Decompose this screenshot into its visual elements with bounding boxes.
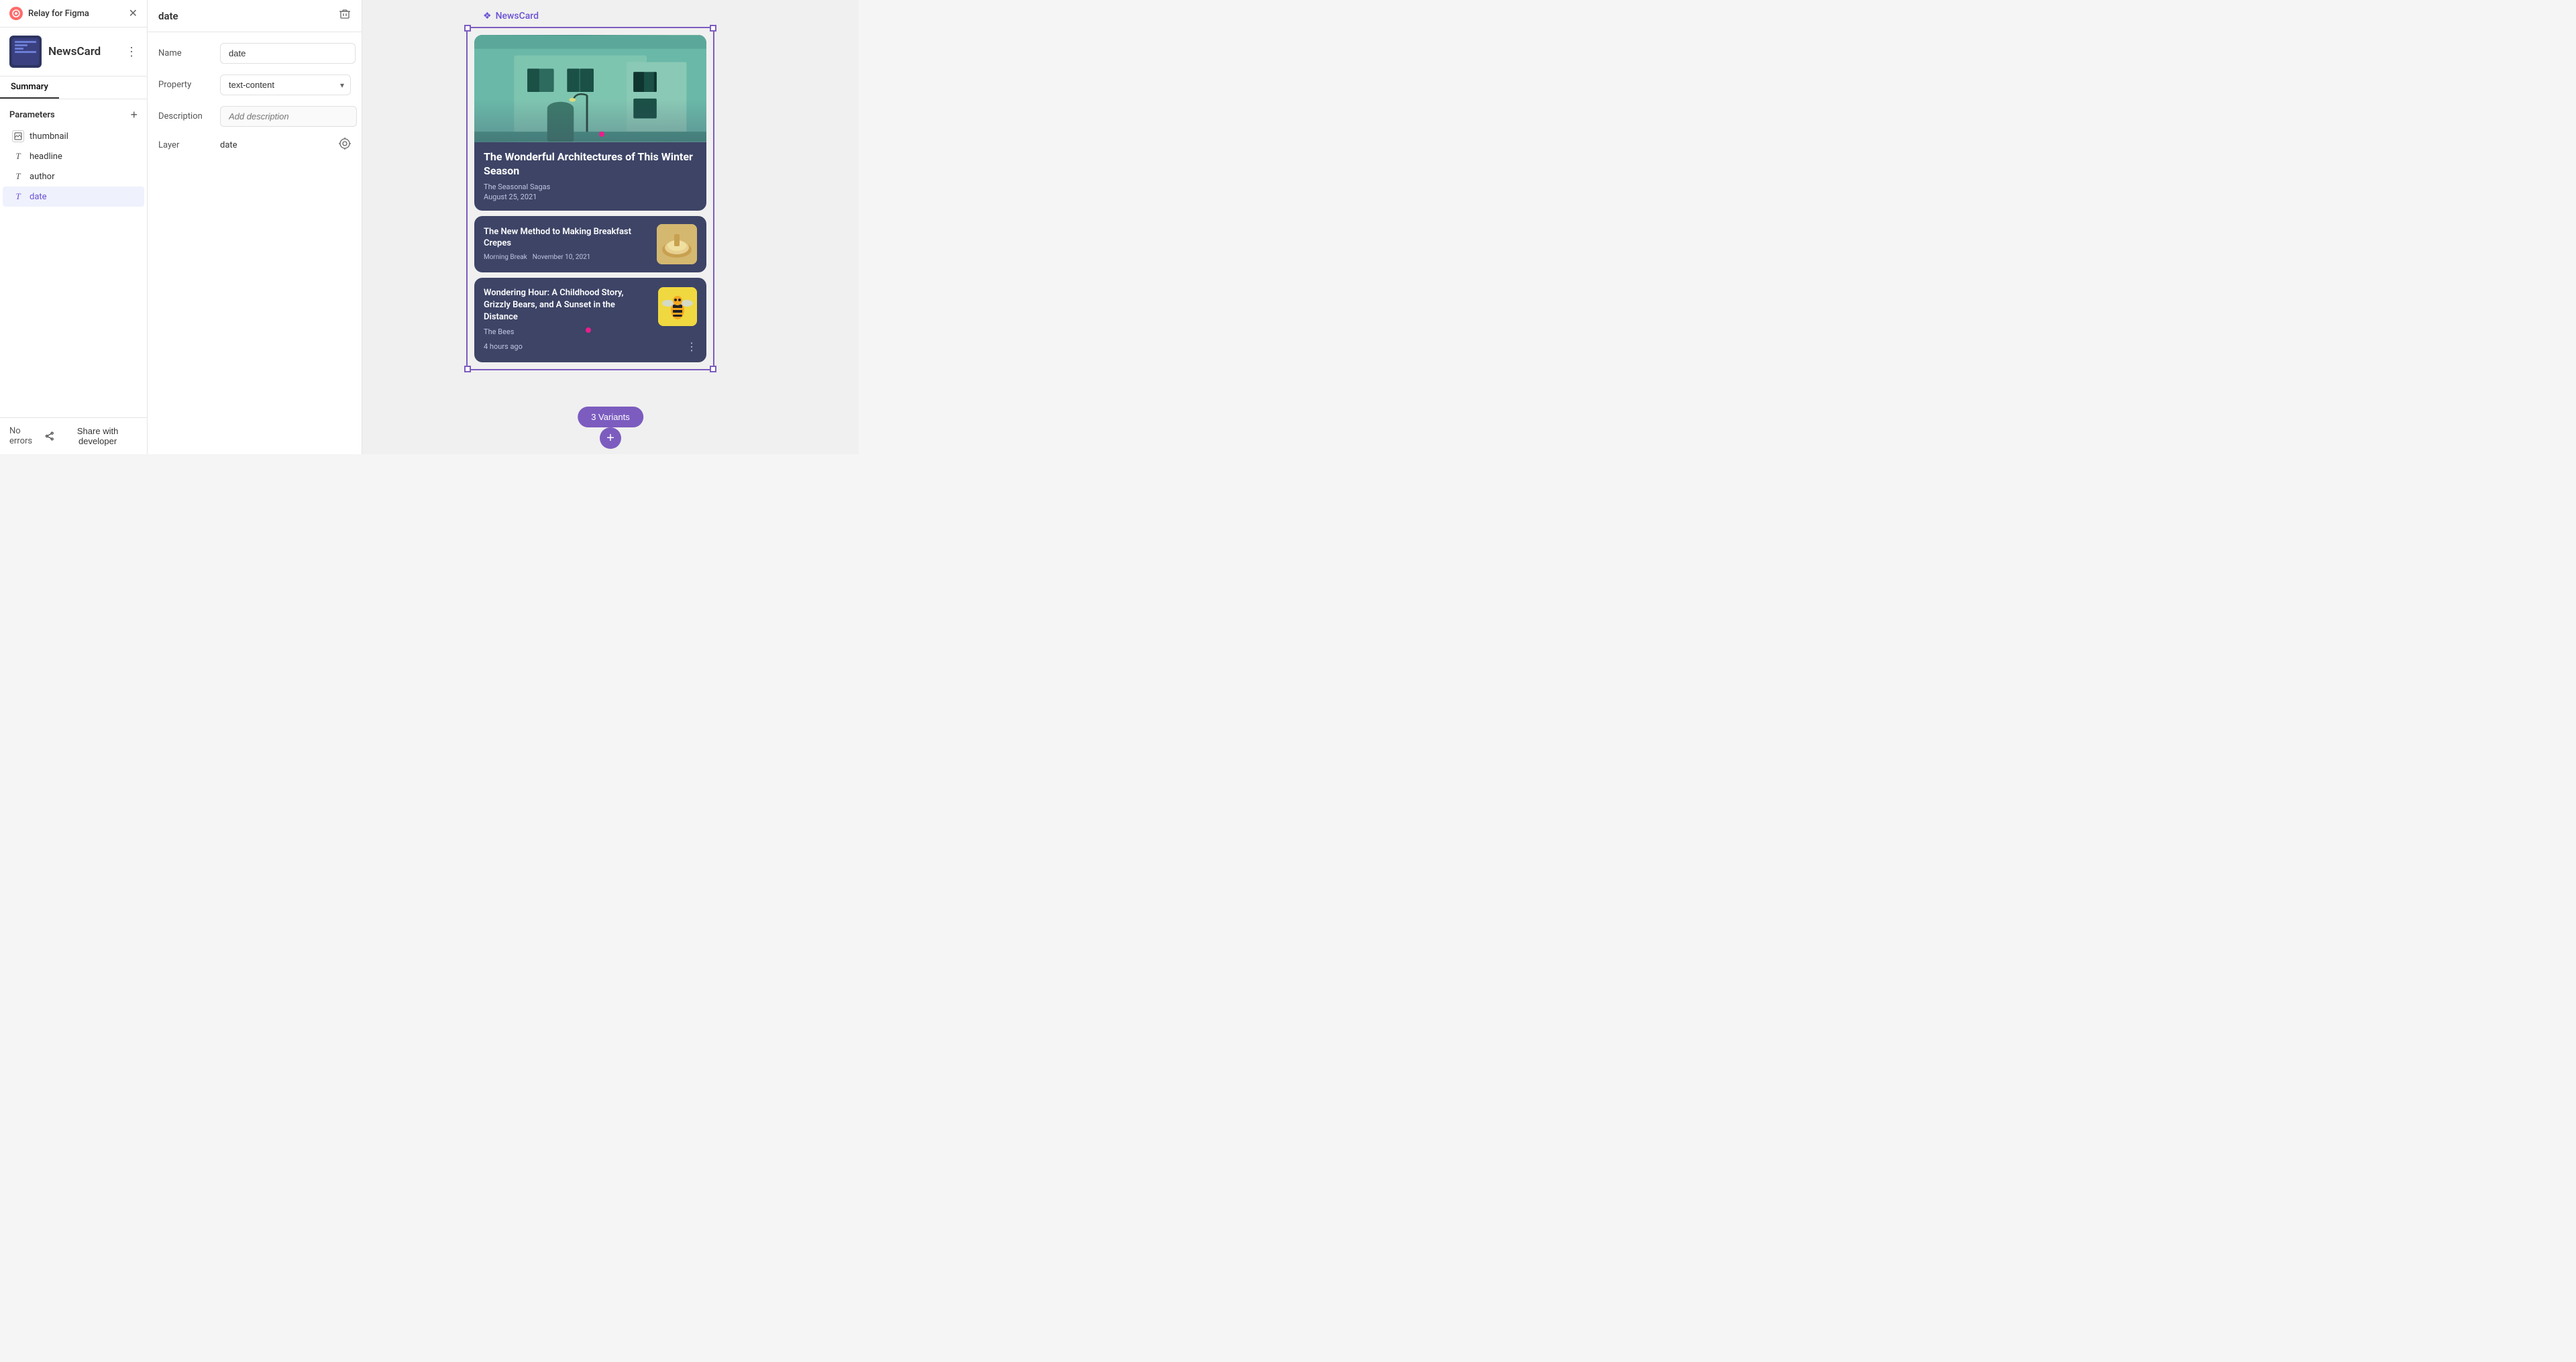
featured-article-date: August 25, 2021	[484, 193, 697, 201]
component-name-label: NewsCard	[48, 45, 119, 58]
article-2-meta: Morning Break November 10, 2021	[484, 254, 650, 261]
tab-summary[interactable]: Summary	[0, 76, 59, 99]
variants-button[interactable]: 3 Variants	[578, 407, 643, 427]
property-field-row: Property text-content ▾	[158, 74, 351, 95]
component-thumbnail	[9, 36, 42, 68]
param-label-author: author	[30, 172, 54, 182]
property-field-label: Property	[158, 80, 212, 90]
article-3-image	[658, 287, 697, 326]
param-item-date[interactable]: T date	[3, 187, 144, 207]
share-label: Share with developer	[58, 426, 138, 446]
featured-image	[474, 35, 706, 142]
diamond-icon: ❖	[483, 11, 492, 21]
text-icon-date: T	[12, 191, 24, 203]
property-select-wrapper: text-content ▾	[220, 74, 351, 95]
params-title: Parameters	[9, 110, 55, 120]
name-field-input[interactable]	[220, 43, 356, 64]
params-section: Parameters + thumbnail T headline T auth…	[0, 99, 147, 417]
featured-pink-dot	[599, 132, 604, 137]
article-3-meta: 4 hours ago ⋮	[484, 340, 697, 353]
param-item-headline[interactable]: T headline	[3, 146, 144, 166]
component-frame: The Wonderful Architectures of This Wint…	[466, 27, 714, 370]
app-title-text: Relay for Figma	[28, 9, 123, 19]
bee-illustration	[658, 287, 697, 326]
article-2-image	[657, 224, 697, 264]
no-errors-label: No errors	[9, 426, 45, 446]
article-2-text: The New Method to Making Breakfast Crepe…	[484, 227, 650, 261]
article-3-time: 4 hours ago	[484, 342, 523, 351]
text-icon-author: T	[12, 170, 24, 182]
description-field-label: Description	[158, 111, 212, 121]
handle-bottom-right	[710, 366, 716, 372]
handle-top-left	[464, 25, 471, 32]
detail-header: date	[148, 0, 362, 32]
featured-article: The Wonderful Architectures of This Wint…	[474, 35, 706, 211]
canvas-component-name: NewsCard	[496, 11, 539, 21]
article-2-source: Morning Break	[484, 254, 527, 261]
handle-bottom-left	[464, 366, 471, 372]
description-field-row: Description	[158, 106, 351, 127]
delete-parameter-button[interactable]	[339, 8, 351, 23]
canvas-component-label: ❖ NewsCard	[483, 11, 539, 21]
param-label-thumbnail: thumbnail	[30, 132, 68, 142]
param-label-headline: headline	[30, 152, 62, 162]
thumbnail-icon	[12, 130, 24, 142]
component-more-button[interactable]: ⋮	[125, 45, 138, 59]
layer-field-value-area: date	[220, 138, 351, 152]
name-field-row: Name	[158, 43, 351, 64]
detail-title-label: date	[158, 10, 178, 22]
target-icon[interactable]	[339, 138, 351, 152]
detail-body: Name Property text-content ▾ Description…	[148, 32, 362, 454]
component-header: NewsCard ⋮	[0, 28, 147, 76]
share-with-developer-button[interactable]: Share with developer	[45, 426, 138, 446]
params-header: Parameters +	[0, 106, 147, 126]
article-3: Wondering Hour: A Childhood Story, Grizz…	[474, 278, 706, 363]
panel-footer: No errors Share with developer	[0, 417, 147, 454]
add-variant-button[interactable]: +	[600, 427, 621, 449]
article-2-title: The New Method to Making Breakfast Crepe…	[484, 227, 650, 250]
handle-top-right	[710, 25, 716, 32]
article-3-more-options[interactable]: ⋮	[686, 340, 697, 353]
layer-name-text: date	[220, 140, 237, 150]
description-field-input[interactable]	[220, 106, 357, 127]
property-select[interactable]: text-content	[220, 74, 351, 95]
trash-icon	[339, 8, 351, 20]
article-2-date: November 10, 2021	[533, 254, 591, 261]
featured-content: The Wonderful Architectures of This Wint…	[474, 142, 706, 211]
name-field-label: Name	[158, 48, 212, 58]
close-button[interactable]: ✕	[129, 7, 138, 20]
canvas-panel: ❖ NewsCard	[362, 0, 859, 454]
layer-field-label: Layer	[158, 140, 212, 150]
featured-article-source: The Seasonal Sagas	[484, 182, 697, 191]
featured-article-title: The Wonderful Architectures of This Wint…	[484, 150, 697, 178]
text-icon-headline: T	[12, 150, 24, 162]
app-logo	[9, 7, 23, 20]
param-item-thumbnail[interactable]: thumbnail	[3, 126, 144, 146]
panel-tabs: Summary	[0, 76, 147, 99]
param-label-date: date	[30, 192, 47, 202]
share-icon	[45, 431, 54, 441]
featured-image-overlay	[474, 35, 706, 142]
param-item-author[interactable]: T author	[3, 166, 144, 187]
add-parameter-button[interactable]: +	[130, 109, 138, 121]
food-illustration	[657, 224, 697, 264]
layer-field-row: Layer date	[158, 138, 351, 152]
article-2: The New Method to Making Breakfast Crepe…	[474, 216, 706, 272]
news-card-container: The Wonderful Architectures of This Wint…	[474, 35, 706, 362]
panel-header: Relay for Figma ✕	[0, 0, 147, 28]
middle-panel: date Name Property text-content ▾	[148, 0, 362, 454]
left-panel: Relay for Figma ✕ NewsCard ⋮ Summary Par…	[0, 0, 148, 454]
